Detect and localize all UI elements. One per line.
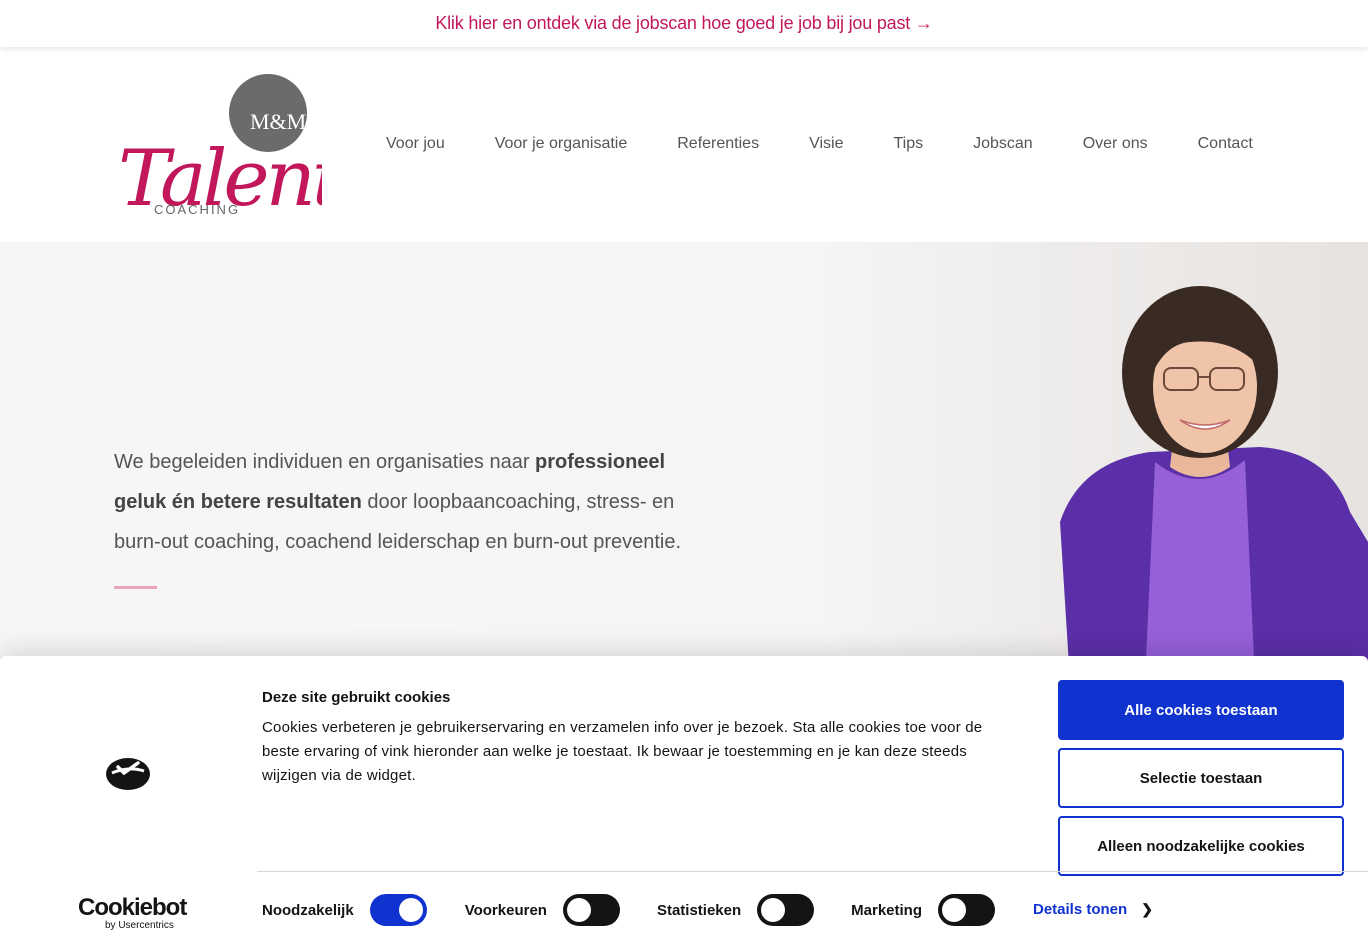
hero-text-part1: We begeleiden individuen en organisaties… bbox=[114, 451, 536, 473]
toggle-preferences[interactable] bbox=[562, 894, 620, 926]
cookiebot-brand[interactable]: Cookiebot by Usercentrics bbox=[78, 894, 187, 932]
details-toggle-link[interactable]: Details tonen ❯ bbox=[1033, 901, 1153, 918]
toggle-knob bbox=[398, 898, 423, 922]
toggle-label-marketing: Marketing bbox=[851, 901, 923, 919]
hero-intro: We begeleiden individuen en organisaties… bbox=[114, 442, 704, 562]
toggle-knob bbox=[761, 898, 786, 922]
coach-portrait bbox=[1060, 286, 1368, 662]
logo-sub-text: COACHING bbox=[154, 202, 240, 217]
chevron-right-icon: ❯ bbox=[1141, 901, 1153, 917]
cookiebot-icon bbox=[106, 758, 150, 790]
toggle-label-statistics: Statistieken bbox=[656, 901, 742, 919]
toggle-group-marketing: Marketing bbox=[851, 894, 996, 926]
nav-referenties[interactable]: Referenties bbox=[677, 135, 759, 153]
cookie-title: Deze site gebruikt cookies bbox=[262, 689, 451, 706]
toggle-marketing[interactable] bbox=[938, 894, 996, 926]
announcement-bar: Klik hier en ontdek via de jobscan hoe g… bbox=[0, 0, 1368, 47]
toggle-label-necessary: Noodzakelijk bbox=[262, 901, 354, 919]
toggle-knob bbox=[566, 898, 591, 922]
cookie-description: Cookies verbeteren je gebruikerservaring… bbox=[262, 719, 983, 784]
toggle-knob bbox=[942, 898, 967, 922]
toggle-statistics[interactable] bbox=[757, 894, 815, 926]
cookie-toggles: Noodzakelijk Voorkeuren Statistieken Mar… bbox=[262, 894, 996, 926]
nav-voor-jou[interactable]: Voor jou bbox=[386, 135, 445, 153]
cookiebot-brand-name: Cookiebot bbox=[78, 894, 187, 921]
allow-all-cookies-button[interactable]: Alle cookies toestaan bbox=[1058, 680, 1344, 740]
nav-voor-je-organisatie[interactable]: Voor je organisatie bbox=[495, 135, 628, 153]
main-nav: Voor jou Voor je organisatie Referenties… bbox=[386, 135, 1253, 153]
site-logo[interactable]: M&M Talent COACHING bbox=[112, 73, 322, 223]
accent-line bbox=[114, 586, 157, 589]
nav-visie[interactable]: Visie bbox=[809, 135, 843, 153]
toggle-group-necessary: Noodzakelijk bbox=[262, 894, 465, 926]
toggle-group-preferences: Voorkeuren bbox=[465, 894, 657, 926]
cookie-banner: Deze site gebruikt cookies Cookies verbe… bbox=[0, 656, 1368, 950]
logo-monogram-text: M&M bbox=[250, 109, 306, 134]
necessary-only-button[interactable]: Alleen noodzakelijke cookies bbox=[1058, 816, 1344, 876]
cookie-divider bbox=[257, 871, 1368, 872]
site-header: M&M Talent COACHING Voor jou Voor je org… bbox=[0, 47, 1368, 242]
nav-over-ons[interactable]: Over ons bbox=[1083, 135, 1148, 153]
hero-section: We begeleiden individuen en organisaties… bbox=[0, 242, 1368, 662]
details-label: Details tonen bbox=[1033, 901, 1128, 918]
toggle-group-statistics: Statistieken bbox=[657, 894, 851, 926]
nav-jobscan[interactable]: Jobscan bbox=[973, 135, 1033, 153]
allow-selection-button[interactable]: Selectie toestaan bbox=[1058, 748, 1344, 808]
toggle-necessary[interactable] bbox=[369, 894, 427, 926]
jobscan-link[interactable]: Klik hier en ontdek via de jobscan hoe g… bbox=[435, 13, 933, 34]
nav-tips[interactable]: Tips bbox=[893, 135, 923, 153]
nav-contact[interactable]: Contact bbox=[1198, 135, 1253, 153]
toggle-label-preferences: Voorkeuren bbox=[464, 901, 547, 919]
cookiebot-brand-by: by Usercentrics bbox=[105, 920, 174, 931]
